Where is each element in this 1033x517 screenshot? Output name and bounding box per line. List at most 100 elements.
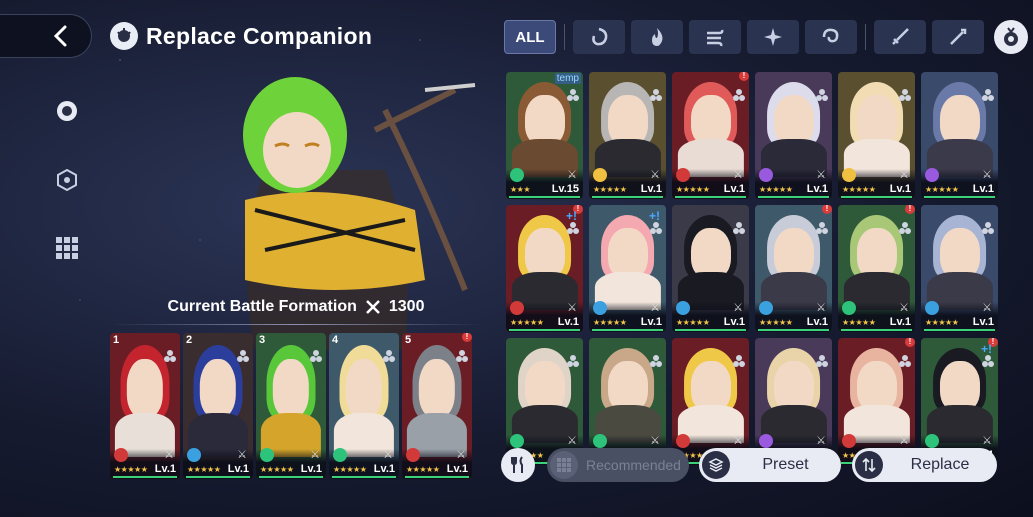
sort-order-button[interactable]: [994, 20, 1028, 54]
level-label: Lv.1: [806, 183, 828, 195]
portrait-face: [418, 359, 456, 418]
element-icon: [593, 434, 607, 448]
skill-tree-icon[interactable]: [52, 165, 82, 195]
weapon-icon: ⚔: [567, 302, 577, 314]
filter-all-button[interactable]: ALL: [504, 20, 556, 54]
team-icon: [383, 350, 395, 362]
swirl-icon: [592, 27, 608, 46]
level-label: Lv.1: [972, 316, 994, 328]
exp-bar: [509, 196, 580, 198]
filter-vortex-button[interactable]: [805, 20, 857, 54]
portrait-face: [345, 359, 383, 418]
star-rating: ★★★★★: [759, 185, 793, 194]
team-slot-card[interactable]: ⚔ ★★★★★ Lv.1 1: [110, 333, 180, 479]
companion-card[interactable]: ⚔ ★★★★★ Lv.1 !: [672, 72, 749, 199]
element-icon: [333, 448, 347, 462]
team-icon: [899, 89, 911, 101]
companion-card[interactable]: ⚔ ★★★ Lv.15 temp: [506, 72, 583, 199]
filter-swirl-button[interactable]: [573, 20, 625, 54]
filter-wind-button[interactable]: [689, 20, 741, 54]
star-rating: ★★★★★: [187, 465, 221, 474]
companion-card[interactable]: ⚔ ★★★★★ Lv.1: [672, 338, 749, 465]
filter-bar: ALL: [504, 20, 1028, 54]
star-rating: ★★★★★: [842, 185, 876, 194]
element-icon: [676, 168, 690, 182]
slot-number: 4: [332, 334, 339, 346]
filter-star-button[interactable]: [747, 20, 799, 54]
slot-number: 2: [186, 334, 193, 346]
weapon-icon: ⚔: [237, 449, 247, 461]
team-icon: [816, 355, 828, 367]
grid-icon[interactable]: [52, 233, 82, 263]
companion-card[interactable]: ⚔ ★★★★★ Lv.1 !: [838, 338, 915, 465]
companion-card[interactable]: ⚔ ★★★★★ Lv.1: [506, 338, 583, 465]
companion-card[interactable]: ⚔ ★★★★★ Lv.1: [838, 72, 915, 199]
team-slot-card[interactable]: ⚔ ★★★★★ Lv.1 4: [329, 333, 399, 479]
companion-card[interactable]: ⚔ ★★★★★ Lv.1: [589, 338, 666, 465]
star-rating: ★★★★★: [593, 318, 627, 327]
weapon-icon: ⚔: [567, 169, 577, 181]
weapon-icon: ⚔: [456, 449, 466, 461]
back-button[interactable]: [0, 14, 92, 58]
food-button[interactable]: [501, 448, 535, 482]
team-icon: [899, 222, 911, 234]
companion-card[interactable]: ⚔ ★★★★★ Lv.1 !: [838, 205, 915, 332]
team-icon: [310, 350, 322, 362]
element-icon: [842, 434, 856, 448]
exp-bar: [841, 329, 912, 331]
star-rating: ★★★★★: [406, 465, 440, 474]
slot-number: 3: [259, 334, 266, 346]
team-slot-card[interactable]: ⚔ ★★★★★ Lv.1 3: [256, 333, 326, 479]
level-label: Lv.1: [640, 316, 662, 328]
companion-card[interactable]: ⚔ ★★★★★ Lv.1 !+!: [506, 205, 583, 332]
companion-card[interactable]: ⚔ ★★★★★ Lv.1: [921, 205, 998, 332]
element-icon: [676, 434, 690, 448]
companion-tab-icon[interactable]: [52, 96, 82, 126]
companion-card[interactable]: ⚔ ★★★★★ Lv.1 +!: [589, 205, 666, 332]
team-slot-card[interactable]: ⚔ ★★★★★ Lv.1 5!: [402, 333, 472, 479]
weapon-icon: ⚔: [567, 435, 577, 447]
filter-sword-button[interactable]: [874, 20, 926, 54]
replace-label: Replace: [910, 456, 970, 473]
team-icon: [456, 350, 468, 362]
level-label: Lv.15: [551, 183, 579, 195]
filter-wand-button[interactable]: [932, 20, 984, 54]
element-icon: [842, 301, 856, 315]
companion-card[interactable]: ⚔ ★★★★★ Lv.1 !+!: [921, 338, 998, 465]
companion-card[interactable]: ⚔ ★★★★★ Lv.1 !: [755, 205, 832, 332]
companion-card[interactable]: ⚔ ★★★★★ Lv.1: [755, 72, 832, 199]
team-icon: [164, 350, 176, 362]
level-label: Lv.1: [723, 316, 745, 328]
portrait-face: [272, 359, 310, 418]
star-rating: ★★★★★: [333, 465, 367, 474]
preset-button[interactable]: Preset: [699, 448, 841, 482]
recommended-button[interactable]: Recommended: [547, 448, 689, 482]
companion-card[interactable]: ⚔ ★★★★★ Lv.1: [589, 72, 666, 199]
team-slot-card[interactable]: ⚔ ★★★★★ Lv.1 2: [183, 333, 253, 479]
filter-flame-button[interactable]: [631, 20, 683, 54]
slot-number: 1: [113, 334, 120, 346]
exp-bar: [758, 196, 829, 198]
companion-card[interactable]: ⚔ ★★★★★ Lv.1: [755, 338, 832, 465]
weapon-icon: ⚔: [650, 435, 660, 447]
element-icon: [759, 168, 773, 182]
team-icon: [816, 222, 828, 234]
team-icon: [567, 89, 579, 101]
notification-badge: !: [822, 205, 832, 214]
weapon-icon: ⚔: [899, 169, 909, 181]
crossed-swords-icon: [365, 300, 380, 314]
weapon-icon: ⚔: [164, 449, 174, 461]
exp-bar: [841, 196, 912, 198]
exp-bar: [259, 476, 323, 478]
star-icon: [764, 28, 782, 46]
star-rating: ★★★★★: [114, 465, 148, 474]
exp-bar: [405, 476, 469, 478]
companion-card[interactable]: ⚔ ★★★★★ Lv.1: [921, 72, 998, 199]
team-icon: [650, 89, 662, 101]
companion-icon: [110, 22, 138, 50]
element-icon: [510, 434, 524, 448]
companion-card[interactable]: ⚔ ★★★★★ Lv.1: [672, 205, 749, 332]
sword-icon: [892, 28, 909, 45]
medal-icon: [1004, 27, 1018, 46]
replace-button[interactable]: Replace: [852, 448, 997, 482]
